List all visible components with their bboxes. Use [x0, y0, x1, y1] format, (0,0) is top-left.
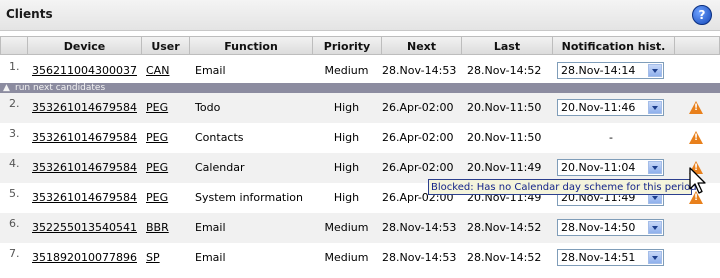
last-cell: 20.Nov-11:50	[467, 101, 542, 114]
notification-history-select[interactable]: 20.Nov-11:04	[557, 159, 664, 176]
next-cell: 28.Nov-14:53	[382, 64, 457, 77]
next-cell: 26.Apr-02:00	[382, 101, 454, 114]
row-number: 2.	[9, 97, 20, 110]
table-row: 2. 353261014679584 PEG Todo High 26.Apr-…	[0, 93, 720, 123]
column-header-device[interactable]: Device	[27, 36, 142, 55]
notification-history-select[interactable]: 28.Nov-14:50	[557, 219, 664, 236]
column-header-last[interactable]: Last	[461, 36, 553, 55]
device-link[interactable]: 353261014679584	[32, 153, 137, 183]
row-number: 7.	[9, 247, 20, 260]
chevron-down-icon[interactable]	[648, 161, 662, 174]
priority-cell: High	[333, 191, 360, 204]
function-cell: Contacts	[195, 131, 244, 144]
priority-cell: High	[333, 101, 360, 114]
mouse-cursor-icon	[689, 167, 706, 194]
chevron-down-icon[interactable]	[648, 221, 662, 234]
device-link[interactable]: 353261014679584	[32, 93, 137, 123]
row-number: 5.	[9, 187, 20, 200]
column-header-next[interactable]: Next	[381, 36, 462, 55]
device-link[interactable]: 351892010077896	[32, 243, 137, 273]
notification-history-select[interactable]: 28.Nov-14:14	[557, 62, 664, 79]
last-cell: 28.Nov-14:52	[467, 221, 542, 234]
chevron-down-icon[interactable]	[648, 64, 662, 77]
notification-history-select[interactable]: 20.Nov-11:46	[557, 99, 664, 116]
group-separator[interactable]: ▲ run next candidates	[0, 83, 720, 93]
user-link[interactable]: SP	[146, 243, 160, 273]
next-cell: 28.Nov-14:53	[382, 251, 457, 264]
priority-cell: Medium	[324, 251, 369, 264]
group-label: run next candidates	[15, 83, 106, 93]
function-cell: Email	[195, 251, 226, 264]
collapse-arrow-icon[interactable]: ▲	[3, 83, 10, 93]
column-header-index	[0, 36, 28, 55]
panel-header: Clients ?	[0, 0, 720, 31]
notification-history-empty: -	[609, 131, 613, 144]
chevron-down-icon[interactable]	[648, 251, 662, 264]
blocked-tooltip: Blocked: Has no Calendar day scheme for …	[428, 179, 701, 195]
function-cell: Email	[195, 221, 226, 234]
priority-cell: Medium	[324, 64, 369, 77]
table-row: 1. 356211004300037 CAN Email Medium 28.N…	[0, 56, 720, 86]
notification-history-select[interactable]: 28.Nov-14:51	[557, 249, 664, 266]
help-icon[interactable]: ?	[692, 5, 712, 25]
user-link[interactable]: PEG	[146, 183, 168, 213]
user-link[interactable]: PEG	[146, 153, 168, 183]
last-cell: 28.Nov-14:52	[467, 64, 542, 77]
device-link[interactable]: 352255013540541	[32, 213, 137, 243]
warning-icon[interactable]	[689, 131, 703, 144]
device-link[interactable]: 353261014679584	[32, 183, 137, 213]
table-row: 3. 353261014679584 PEG Contacts High 26.…	[0, 123, 720, 153]
column-header-status	[674, 36, 720, 55]
user-link[interactable]: PEG	[146, 93, 168, 123]
row-number: 4.	[9, 157, 20, 170]
next-cell: 26.Apr-02:00	[382, 131, 454, 144]
last-cell: 28.Nov-14:52	[467, 251, 542, 264]
function-cell: Email	[195, 64, 226, 77]
table-header: Device User Function Priority Next Last …	[0, 36, 720, 56]
device-link[interactable]: 356211004300037	[32, 56, 137, 86]
table-row: 7. 351892010077896 SP Email Medium 28.No…	[0, 243, 720, 273]
row-number: 6.	[9, 217, 20, 230]
function-cell: Calendar	[195, 161, 245, 174]
column-header-user[interactable]: User	[141, 36, 190, 55]
column-header-notification-history[interactable]: Notification hist.	[552, 36, 675, 55]
user-link[interactable]: PEG	[146, 123, 168, 153]
panel-title: Clients	[6, 7, 53, 21]
priority-cell: High	[333, 131, 360, 144]
column-header-priority[interactable]: Priority	[312, 36, 382, 55]
last-cell: 20.Nov-11:50	[467, 131, 542, 144]
column-header-function[interactable]: Function	[189, 36, 313, 55]
row-number: 3.	[9, 127, 20, 140]
user-link[interactable]: BBR	[146, 213, 169, 243]
function-cell: System information	[195, 191, 304, 204]
next-cell: 28.Nov-14:53	[382, 221, 457, 234]
chevron-down-icon[interactable]	[648, 101, 662, 114]
warning-icon[interactable]	[689, 101, 703, 114]
function-cell: Todo	[195, 101, 221, 114]
priority-cell: Medium	[324, 221, 369, 234]
device-link[interactable]: 353261014679584	[32, 123, 137, 153]
row-number: 1.	[9, 60, 20, 73]
table-row: 6. 352255013540541 BBR Email Medium 28.N…	[0, 213, 720, 243]
user-link[interactable]: CAN	[146, 56, 169, 86]
priority-cell: High	[333, 161, 360, 174]
